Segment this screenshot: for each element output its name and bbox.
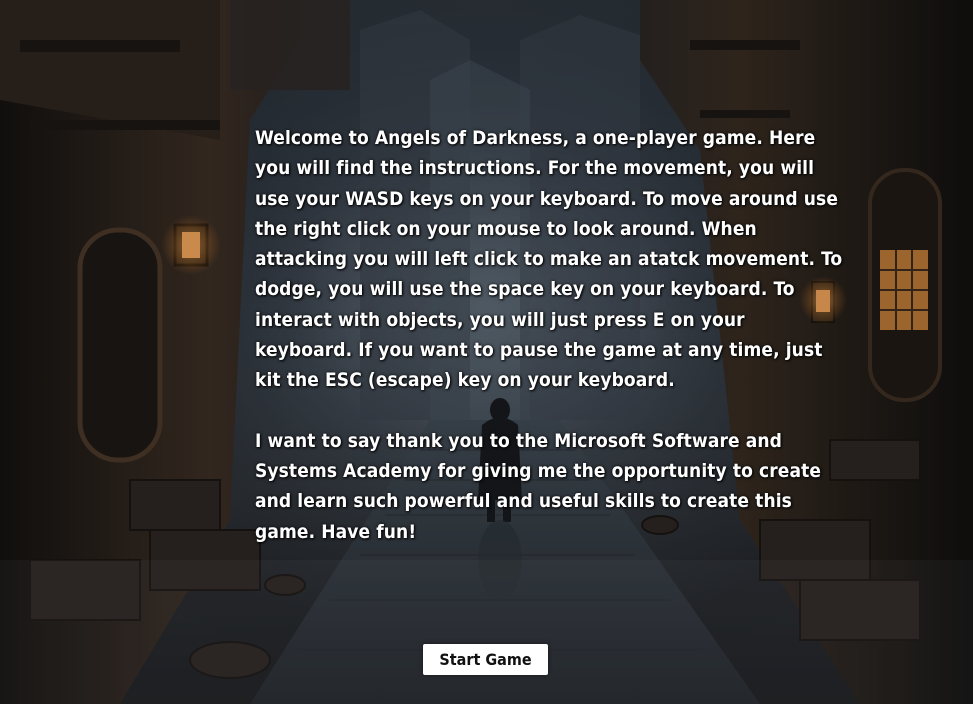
- start-game-button[interactable]: Start Game: [423, 644, 548, 675]
- instructions-paragraph: Welcome to Angels of Darkness, a one-pla…: [255, 127, 843, 392]
- acknowledgement-paragraph: I want to say thank you to the Microsoft…: [255, 429, 822, 543]
- instructions-screen: Welcome to Angels of Darkness, a one-pla…: [0, 0, 973, 704]
- instructions-text: Welcome to Angels of Darkness, a one-pla…: [255, 123, 845, 547]
